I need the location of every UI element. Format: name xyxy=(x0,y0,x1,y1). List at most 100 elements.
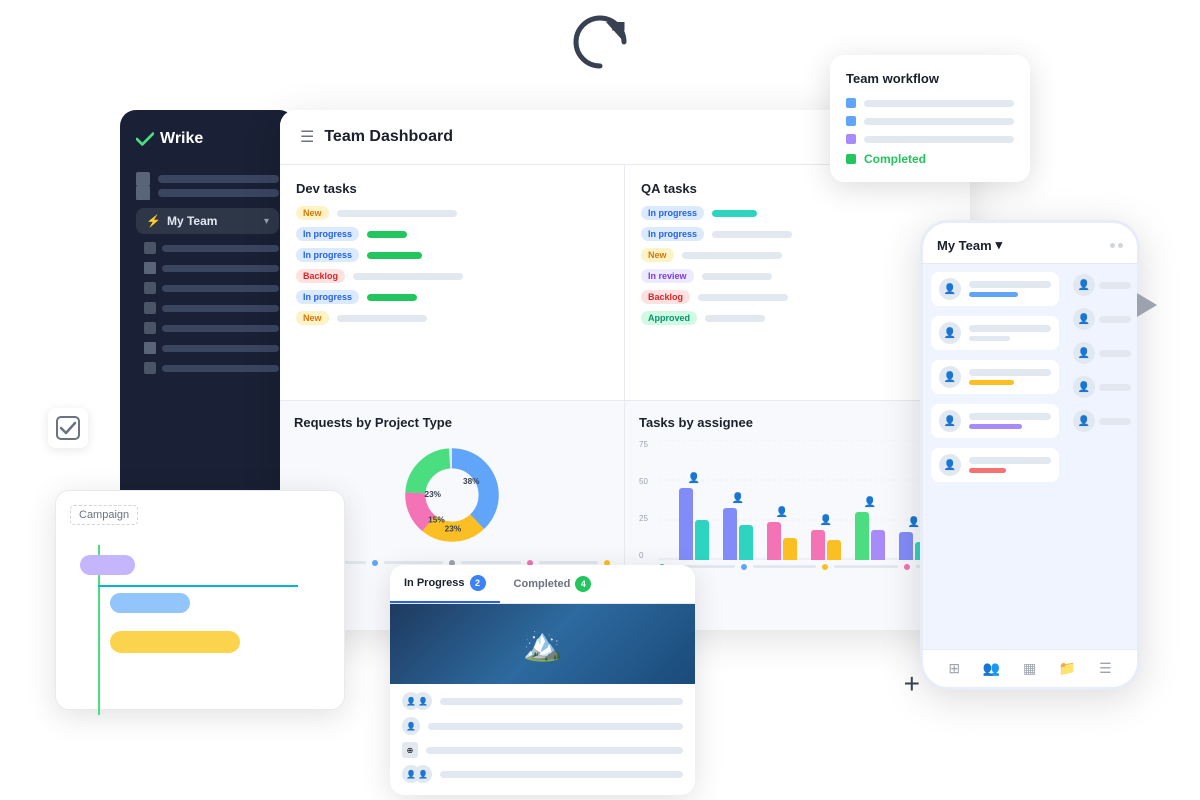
tab-inprogress[interactable]: In Progress 2 xyxy=(390,565,500,603)
workflow-item xyxy=(846,116,1014,126)
checkbox-icon xyxy=(48,408,88,448)
avatar: 👤 xyxy=(939,454,961,476)
avatar: 👤 xyxy=(414,692,432,710)
mobile-dot xyxy=(1118,243,1123,248)
nav-folder-icon[interactable]: 📁 xyxy=(1059,660,1076,677)
status-badge: In review xyxy=(641,269,694,283)
inprogress-badge: 2 xyxy=(470,575,486,591)
bar xyxy=(723,508,737,560)
sidebar-sub-item[interactable] xyxy=(144,262,279,274)
dashboard-panel: ☰ Team Dashboard 🔍 + 👤 Dev tasks New In … xyxy=(280,110,970,630)
tab-completed-label: Completed xyxy=(514,578,571,590)
sidebar-sub-item[interactable] xyxy=(144,362,279,374)
mobile-task-row: 👤 xyxy=(931,272,1059,306)
nav-people-icon[interactable]: 👥 xyxy=(983,660,1000,677)
sub-icon xyxy=(144,242,156,254)
completed-dot xyxy=(846,154,856,164)
bar xyxy=(679,488,693,560)
avatar: 👤 xyxy=(939,410,961,432)
avatar: 👤 xyxy=(939,278,961,300)
sidebar-home[interactable] xyxy=(136,172,279,186)
svg-text:15%: 15% xyxy=(428,515,445,524)
bar xyxy=(811,530,825,560)
svg-text:38%: 38% xyxy=(463,477,480,486)
plus-float-icon: + xyxy=(904,668,920,700)
grid-icon xyxy=(136,186,150,200)
status-badge: In progress xyxy=(641,206,704,220)
status-badge-backlog: Backlog xyxy=(296,269,345,283)
task-line xyxy=(426,747,683,754)
mobile-task-row: 👤 xyxy=(931,360,1059,394)
y-label: 75 xyxy=(639,440,648,449)
task-row: New xyxy=(641,248,954,262)
avatar: 👤 xyxy=(1073,342,1095,364)
nav-kanban-icon[interactable]: ▦ xyxy=(1023,660,1036,677)
avatar: 👤 xyxy=(402,717,420,735)
home-icon xyxy=(136,172,150,186)
dashboard-title: Team Dashboard xyxy=(324,128,453,146)
sub-icon xyxy=(144,322,156,334)
status-badge-new: New xyxy=(296,311,329,325)
task-item: 👤 xyxy=(402,717,683,735)
status-badge-inprogress: In progress xyxy=(296,290,359,304)
tab-completed[interactable]: Completed 4 xyxy=(500,565,606,603)
mobile-dots xyxy=(1110,243,1123,248)
progress-body: 🏔️ 👤 👤 👤 ⊕ 👤 👤 xyxy=(390,604,695,795)
sidebar-sub-item[interactable] xyxy=(144,242,279,254)
hamburger-icon[interactable]: ☰ xyxy=(300,127,314,147)
avatar: 👤 xyxy=(414,765,432,783)
sidebar-sub-items xyxy=(136,242,279,374)
requests-title: Requests by Project Type xyxy=(294,415,610,430)
task-row: In progress xyxy=(296,248,608,262)
task-row: Backlog xyxy=(641,290,954,304)
avatar: 👤 xyxy=(939,366,961,388)
task-row: In progress xyxy=(641,206,954,220)
mobile-dot xyxy=(1110,243,1115,248)
task-row: In progress xyxy=(641,227,954,241)
status-badge: New xyxy=(641,248,674,262)
task-row: Backlog xyxy=(296,269,608,283)
mountain-icon: 🏔️ xyxy=(523,625,563,663)
campaign-card: Campaign xyxy=(55,490,345,710)
sidebar-sub-item[interactable] xyxy=(144,282,279,294)
nav-menu-icon[interactable]: ☰ xyxy=(1099,660,1112,677)
tab-inprogress-label: In Progress xyxy=(404,577,465,589)
dashboard-content: Dev tasks New In progress In progress Ba… xyxy=(280,165,970,630)
mobile-title: My Team ▾ xyxy=(937,237,1002,253)
task-list: 👤 👤 👤 ⊕ 👤 👤 xyxy=(390,684,695,795)
task-item: 👤 👤 xyxy=(402,692,683,710)
bar xyxy=(767,522,781,560)
nav-grid-icon[interactable]: ⊞ xyxy=(948,660,960,677)
play-button[interactable] xyxy=(1132,290,1162,320)
title-area: ☰ Team Dashboard xyxy=(300,127,453,147)
avatar: 👤 xyxy=(1073,410,1095,432)
progress-card: In Progress 2 Completed 4 🏔️ 👤 👤 👤 xyxy=(390,565,695,795)
mobile-right-col: 👤 👤 👤 👤 👤 xyxy=(1067,264,1137,633)
task-image: 🏔️ xyxy=(390,604,695,684)
svg-text:23%: 23% xyxy=(445,524,462,533)
chevron-down-icon: ▾ xyxy=(264,216,269,227)
bolt-icon: ⚡ xyxy=(146,214,161,228)
sidebar-grid[interactable] xyxy=(136,186,279,200)
sidebar-panel: Wrike ⚡ My Team ▾ xyxy=(120,110,295,540)
task-row: New xyxy=(296,311,608,325)
sidebar-sub-item[interactable] xyxy=(144,302,279,314)
sub-icon xyxy=(144,282,156,294)
workflow-dot xyxy=(846,116,856,126)
sidebar-sub-item[interactable] xyxy=(144,342,279,354)
completed-label: Completed xyxy=(864,152,926,166)
workflow-dot xyxy=(846,134,856,144)
campaign-title: Campaign xyxy=(70,505,138,525)
task-item: 👤 👤 xyxy=(402,765,683,783)
bar xyxy=(899,532,913,560)
sidebar-sub-item[interactable] xyxy=(144,322,279,334)
avatar: 👤 xyxy=(1073,308,1095,330)
workflow-title: Team workflow xyxy=(846,71,1014,86)
my-team-badge[interactable]: ⚡ My Team ▾ xyxy=(136,208,279,234)
task-row: In progress xyxy=(296,227,608,241)
mobile-task-row: 👤 xyxy=(931,316,1059,350)
status-badge: Backlog xyxy=(641,290,690,304)
y-label: 25 xyxy=(639,514,648,523)
status-badge-inprogress: In progress xyxy=(296,227,359,241)
mobile-task-row: 👤 xyxy=(931,404,1059,438)
